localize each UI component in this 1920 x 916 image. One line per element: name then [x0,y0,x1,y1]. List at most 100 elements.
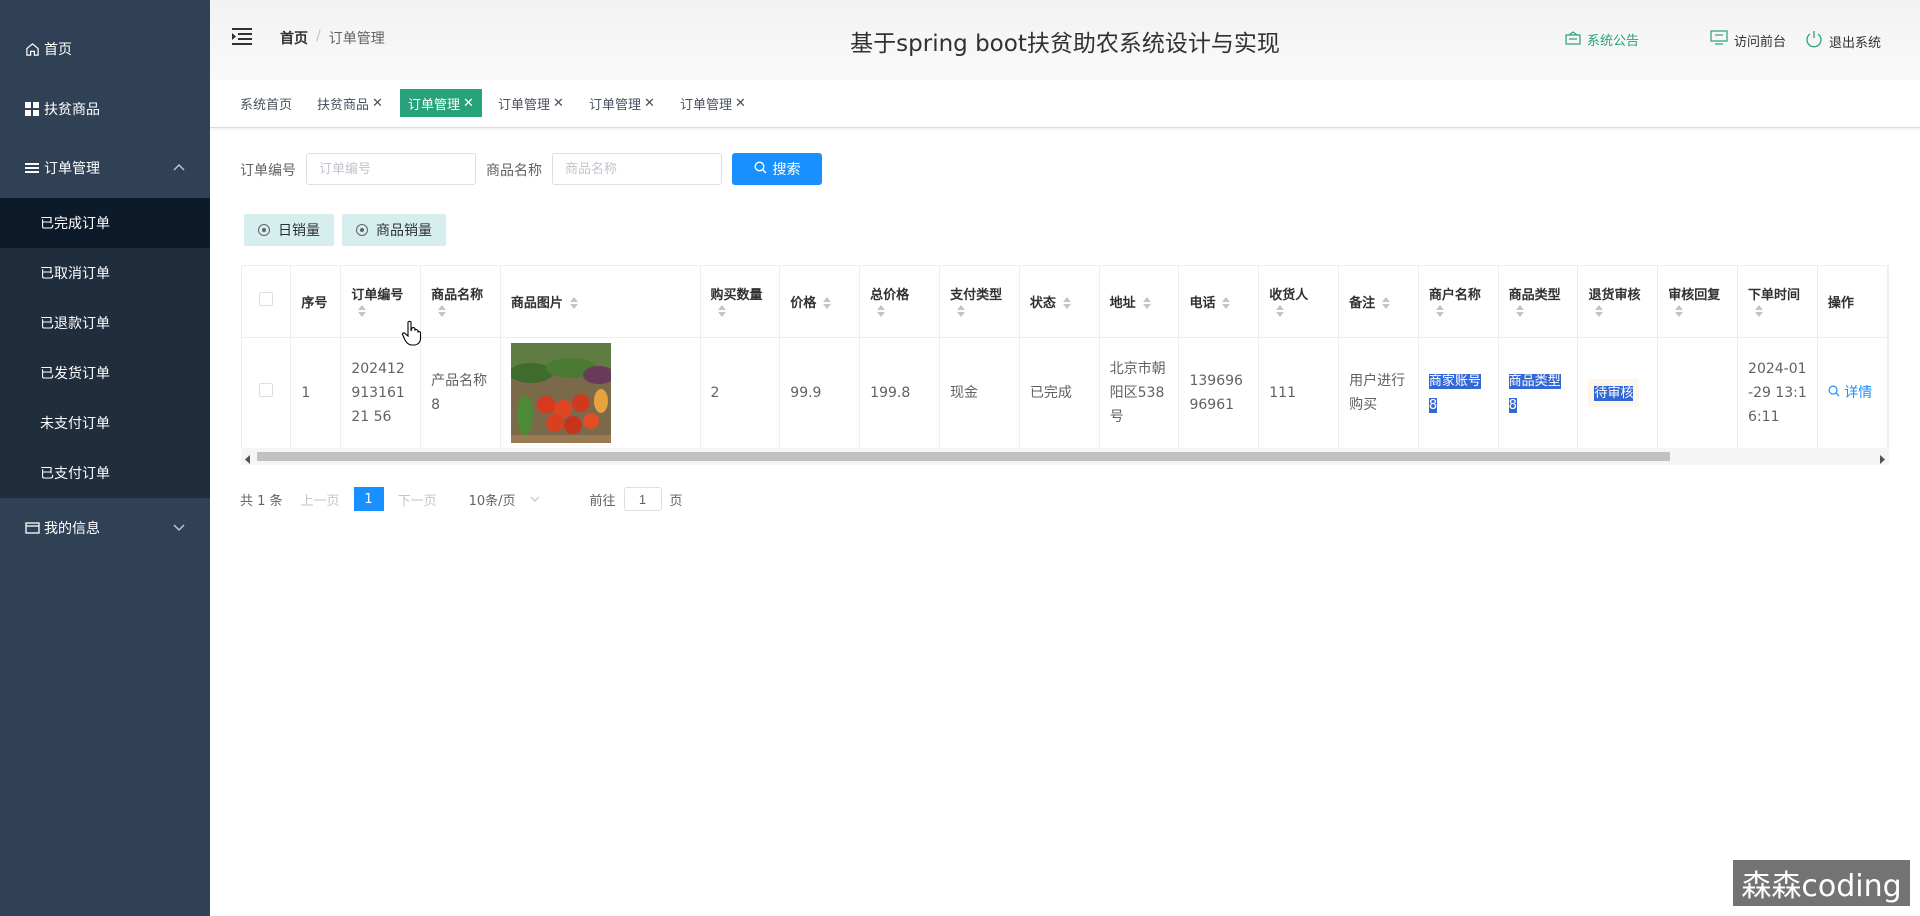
submenu-cancelled-orders[interactable]: 已取消订单 [0,248,210,298]
col-header[interactable]: 商品类型 [1498,266,1579,338]
scroll-thumb[interactable] [257,452,1670,461]
sort-icon[interactable] [1754,304,1764,318]
cell-price: 99.9 [779,337,861,449]
row-checkbox[interactable] [259,382,274,397]
power-icon [1805,30,1823,52]
page-number-current[interactable]: 1 [353,487,384,511]
col-header[interactable]: 审核回复 [1657,266,1739,338]
col-header[interactable]: 总价格 [859,266,941,338]
sort-icon[interactable] [822,296,832,310]
scroll-left-icon[interactable] [245,452,251,468]
col-header[interactable]: 地址 [1099,266,1180,338]
prev-page-button[interactable]: 上一页 [301,490,340,509]
table-row: 1 20241291316121 56 产品名称8 2 99.9 199.8 现… [242,337,1888,449]
sort-icon[interactable] [1381,296,1391,310]
notice-button[interactable]: 系统公告 [1565,30,1639,49]
close-icon[interactable]: ✕ [553,96,564,111]
submenu-shipped-orders[interactable]: 已发货订单 [0,348,210,398]
list-icon [24,160,40,176]
close-icon[interactable]: ✕ [644,96,655,111]
sort-icon[interactable] [357,304,367,318]
col-header-label: 商品名称 [431,288,484,304]
tag-orders[interactable]: 订单管理 ✕ [677,89,749,117]
submenu-label: 已发货订单 [40,366,110,382]
menu-my-info[interactable]: 我的信息 [0,503,210,553]
col-header-label: 备注 [1349,295,1376,311]
sort-icon[interactable] [1594,304,1604,318]
daily-sales-button[interactable]: 日销量 [244,214,334,246]
tag-label: 订单管理 [680,97,733,113]
cell-phone: 13969696961 [1178,337,1260,449]
cell-order-no: 20241291316121 56 [340,337,422,449]
col-header: 操作 [1817,266,1888,338]
submenu-label: 已取消订单 [40,266,110,282]
submenu-label: 未支付订单 [40,416,110,432]
col-header[interactable]: 电话 [1178,266,1260,338]
col-header[interactable]: 下单时间 [1737,266,1818,338]
sort-icon[interactable] [956,304,966,318]
col-header[interactable]: 支付类型 [939,266,1020,338]
tag-label: 系统首页 [240,97,293,113]
page-size-select[interactable]: 10条/页 [469,490,540,509]
menu-home[interactable]: 首页 [0,24,210,74]
col-header[interactable]: 购买数量 [700,266,781,338]
sort-icon[interactable] [1062,296,1072,310]
tag-products[interactable]: 扶贫商品 ✕ [314,89,386,117]
product-image[interactable] [510,342,611,443]
tag-orders[interactable]: 订单管理 ✕ [586,89,658,117]
goto-page-input[interactable] [623,487,662,511]
visit-front-button[interactable]: 访问前台 [1710,30,1786,50]
tag-label: 订单管理 [408,97,461,113]
radio-icon [258,224,270,236]
sort-icon[interactable] [1674,304,1684,318]
col-header[interactable]: 商品图片 [500,266,701,338]
hand-cursor-icon [401,320,422,346]
select-all-checkbox[interactable] [259,292,274,307]
col-header[interactable]: 价格 [779,266,861,338]
sort-icon[interactable] [717,304,727,318]
next-page-button[interactable]: 下一页 [398,490,437,509]
col-header[interactable]: 收货人 [1258,266,1340,338]
col-header[interactable]: 备注 [1338,266,1419,338]
product-sales-button[interactable]: 商品销量 [342,214,446,246]
sort-icon[interactable] [876,304,886,318]
tag-orders[interactable]: 订单管理 ✕ [495,89,567,117]
col-header-label: 订单编号 [351,288,404,304]
col-header[interactable]: 退货审核 [1577,266,1659,338]
submenu-completed-orders[interactable]: 已完成订单 [0,198,210,248]
menu-orders[interactable]: 订单管理 [0,143,210,193]
close-icon[interactable]: ✕ [735,96,746,111]
sort-icon[interactable] [1142,296,1152,310]
scroll-right-icon[interactable] [1879,452,1885,468]
menu-products[interactable]: 扶贫商品 [0,84,210,134]
col-header[interactable]: 商品名称 [420,266,501,338]
sort-icon[interactable] [1435,304,1445,318]
submenu-refunded-orders[interactable]: 已退款订单 [0,298,210,348]
sort-icon[interactable] [1221,296,1231,310]
close-icon[interactable]: ✕ [372,96,383,111]
col-header[interactable]: 状态 [1019,266,1100,338]
logout-button[interactable]: 退出系统 [1805,30,1881,52]
sort-icon[interactable] [437,304,447,318]
sort-icon[interactable] [1275,304,1285,318]
table-horizontal-scrollbar[interactable] [241,448,1889,465]
tag-dashboard[interactable]: 系统首页 [237,89,295,117]
close-icon[interactable]: ✕ [463,96,474,111]
submenu-paid-orders[interactable]: 已支付订单 [0,448,210,498]
cell-status: 已完成 [1019,337,1100,449]
select-all-cell [242,266,292,338]
search-button[interactable]: 搜索 [732,153,822,185]
submenu-label: 已完成订单 [40,216,110,232]
col-header[interactable]: 商户名称 [1418,266,1499,338]
detail-link[interactable]: 详情 [1828,385,1872,401]
sort-icon[interactable] [569,296,579,310]
chevron-down-icon [172,520,188,536]
sort-icon[interactable] [1515,304,1525,318]
submenu-unpaid-orders[interactable]: 未支付订单 [0,398,210,448]
col-header-label: 地址 [1109,295,1136,311]
order-no-input[interactable] [306,153,476,185]
product-name-input[interactable] [552,153,722,185]
col-header-label: 商品图片 [510,295,563,311]
search-icon [1828,385,1840,397]
tag-orders-active[interactable]: 订单管理 ✕ [400,89,482,117]
